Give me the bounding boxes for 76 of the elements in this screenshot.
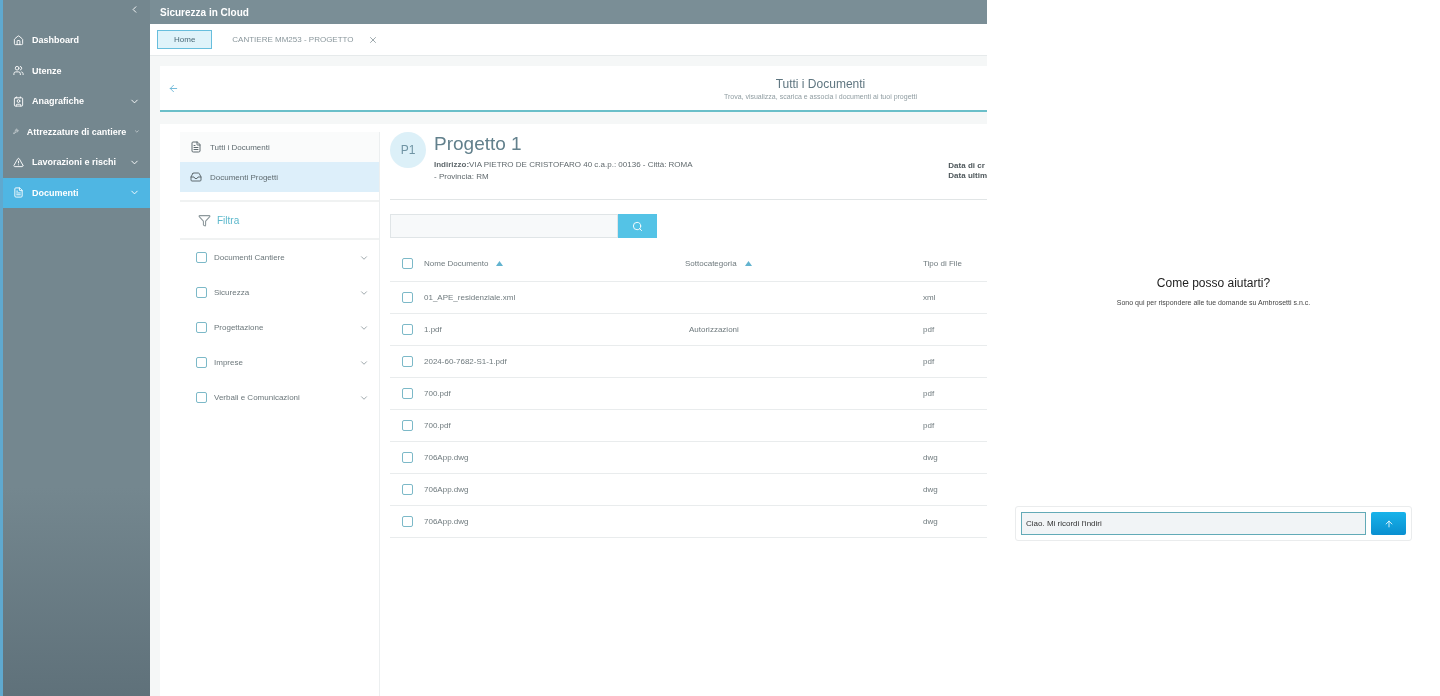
document-icon: [13, 187, 24, 199]
sidebar-item[interactable]: Utenze: [3, 55, 150, 86]
sidebar-item[interactable]: Lavorazioni e rischi: [3, 147, 150, 178]
category-label: Sicurezza: [214, 288, 251, 297]
table-cell: dwg: [923, 485, 938, 494]
checkbox[interactable]: [402, 258, 413, 269]
home-icon: [13, 34, 24, 46]
sort-up-icon[interactable]: [496, 261, 504, 266]
checkbox[interactable]: [402, 452, 413, 463]
message-input[interactable]: Ciao. Mi ricordi l'indiri: [1021, 512, 1366, 535]
page-title: Tutti i Documenti: [774, 76, 867, 91]
search-button[interactable]: [618, 214, 657, 238]
checkbox[interactable]: [196, 392, 207, 403]
checkbox[interactable]: [196, 252, 207, 263]
checkbox[interactable]: [196, 357, 207, 368]
project-address: Indirizzo:VIA PIETRO DE CRISTOFARO 40 c.a.p.: 00136 - Città: ROMA - Provincia: RM: [434, 159, 694, 183]
date-label: Data ultim: [948, 171, 987, 180]
chat-title: Come posso aiutarti?: [1156, 276, 1271, 290]
checkbox[interactable]: [402, 324, 413, 335]
contact-card-icon: [13, 95, 24, 107]
search-icon: [632, 220, 643, 232]
column-header[interactable]: Tipo di File: [923, 259, 962, 268]
filter-icon: [198, 213, 211, 227]
project-avatar: P1: [390, 132, 426, 168]
warning-icon: [13, 156, 24, 168]
checkbox[interactable]: [196, 322, 207, 333]
table-cell: pdf: [923, 357, 935, 366]
close-icon[interactable]: [367, 34, 378, 45]
table-cell: pdf: [923, 389, 935, 398]
checkbox[interactable]: [196, 287, 207, 298]
table-cell: 700.pdf: [424, 421, 451, 430]
sidebar-item[interactable]: Anagrafiche: [3, 86, 150, 117]
column-header[interactable]: Sottocategoria: [685, 259, 737, 268]
search-field[interactable]: [390, 214, 618, 238]
tab[interactable]: Home: [157, 30, 213, 49]
table-cell: 706App.dwg: [424, 517, 469, 526]
sidebar-item[interactable]: Documenti: [3, 177, 150, 208]
checkbox[interactable]: [402, 420, 413, 431]
table-cell: xml: [923, 293, 936, 302]
sort-up-icon[interactable]: [744, 261, 752, 266]
back-button[interactable]: [168, 82, 179, 94]
table-cell: pdf: [923, 421, 935, 430]
category-label: Documenti Cantiere: [214, 253, 286, 262]
nav-item[interactable]: Tutti i Documenti: [180, 132, 379, 162]
table-cell: 706App.dwg: [424, 485, 469, 494]
table-cell: pdf: [923, 325, 935, 334]
send-button[interactable]: [1371, 512, 1406, 535]
filter-button[interactable]: Filtra: [180, 200, 379, 240]
inbox-icon: [190, 171, 202, 183]
users-icon: [13, 65, 24, 77]
arrow-up-icon: [1383, 518, 1394, 529]
checkbox[interactable]: [402, 388, 413, 399]
sidebar-item[interactable]: Dashboard: [3, 25, 150, 56]
table-cell: 706App.dwg: [424, 453, 469, 462]
column-header[interactable]: Nome Documento: [424, 259, 489, 268]
category-label: Progettazione: [214, 323, 265, 332]
checkbox[interactable]: [402, 356, 413, 367]
app-title: Sicurezza in Cloud: [150, 0, 987, 24]
table-cell: 700.pdf: [424, 389, 451, 398]
project-name: Progetto 1: [434, 133, 523, 155]
checkbox[interactable]: [402, 516, 413, 527]
table-cell: dwg: [923, 517, 938, 526]
checkbox[interactable]: [402, 292, 413, 303]
table-cell: 01_APE_residenziale.xml: [424, 293, 516, 302]
table-cell: dwg: [923, 453, 938, 462]
checkbox[interactable]: [402, 484, 413, 495]
category-label: Imprese: [214, 358, 244, 367]
table-cell: Autorizzazioni: [689, 325, 739, 334]
table-cell: 2024-60-7682-S1-1.pdf: [424, 357, 507, 366]
document-icon: [190, 141, 202, 153]
date-label: Data di cr: [948, 161, 986, 170]
sidebar-item[interactable]: Attrezzature di cantiere: [3, 116, 150, 147]
category-label: Verbali e Comunicazioni: [214, 393, 301, 402]
tab[interactable]: CANTIERE MM253 - PROGETTO: [232, 34, 378, 45]
nav-item[interactable]: Documenti Progetti: [180, 162, 379, 192]
table-cell: 1.pdf: [424, 325, 442, 334]
